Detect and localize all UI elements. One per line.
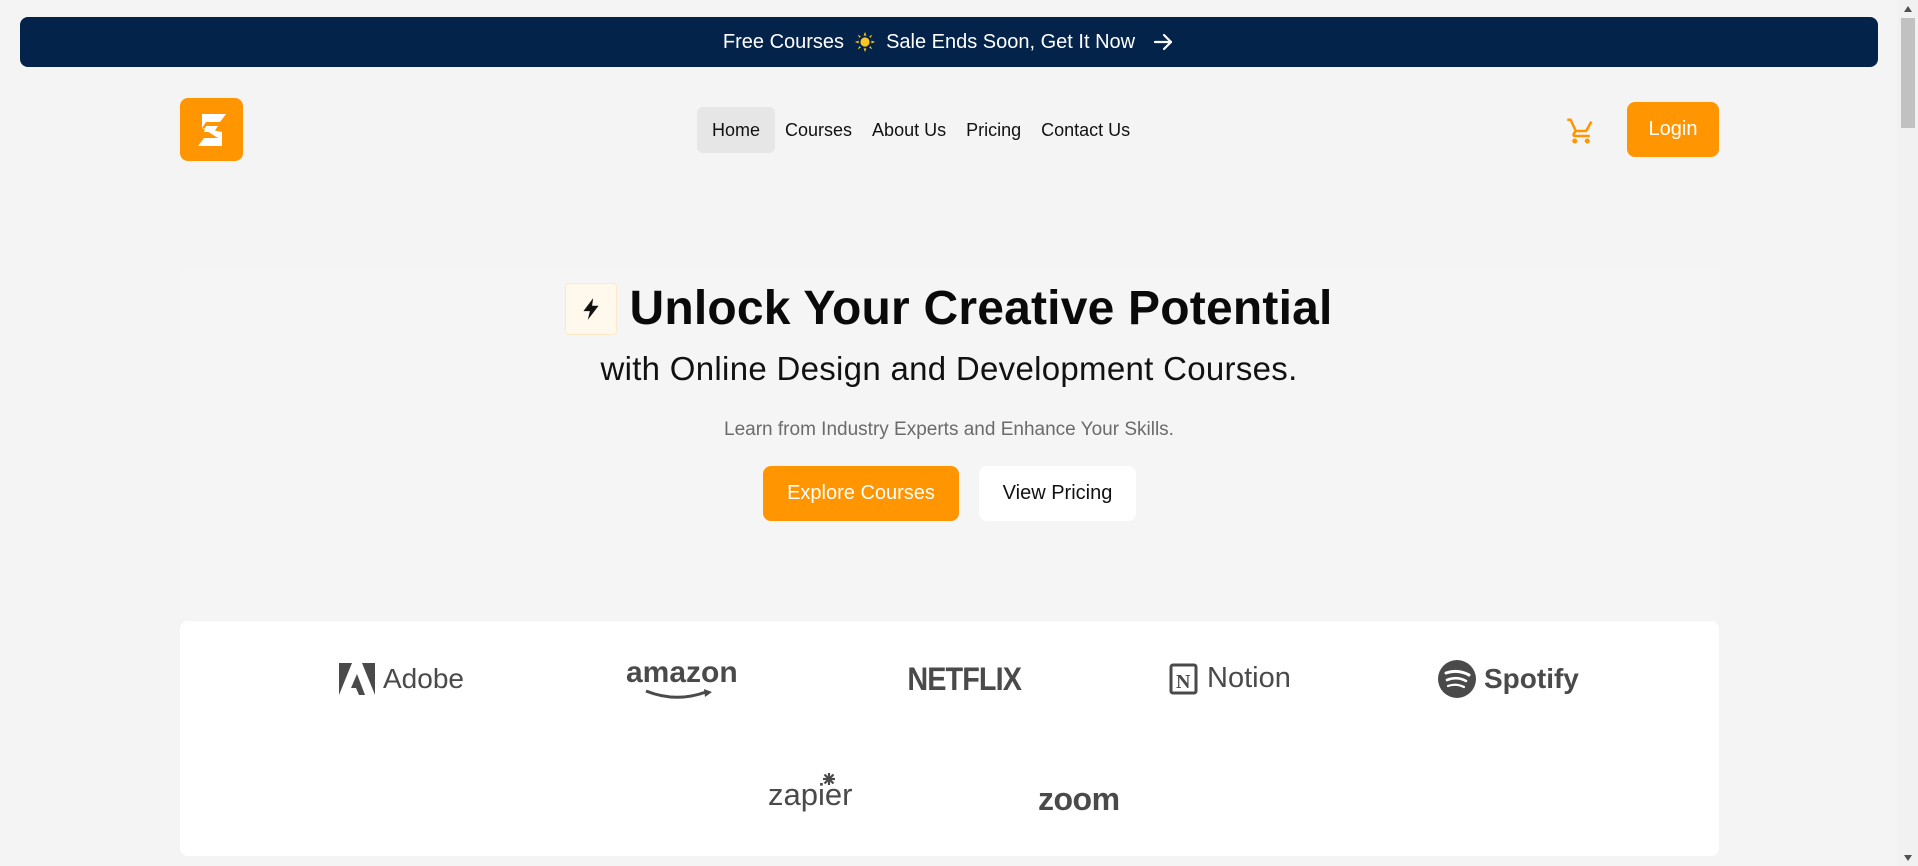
brand-zoom-label: zoom xyxy=(1038,781,1120,817)
nav-pricing[interactable]: Pricing xyxy=(956,107,1031,153)
brand-spotify-label: Spotify xyxy=(1484,663,1579,694)
scroll-down-arrow-icon[interactable] xyxy=(1898,849,1918,866)
hero-title-row: Unlock Your Creative Potential xyxy=(0,281,1898,336)
brand-adobe: Adobe xyxy=(339,663,464,695)
view-pricing-button[interactable]: View Pricing xyxy=(979,466,1136,521)
banner-text-right: Sale Ends Soon, Get It Now xyxy=(886,30,1136,53)
nav-courses[interactable]: Courses xyxy=(775,107,862,153)
brand-spotify: Spotify xyxy=(1438,660,1579,698)
brand-s-logo-icon xyxy=(197,113,226,146)
arrow-right-icon[interactable] xyxy=(1151,30,1175,54)
brand-notion-label: Notion xyxy=(1207,662,1291,694)
lightning-badge xyxy=(565,282,618,335)
brand-adobe-label: Adobe xyxy=(383,663,464,694)
brand-netflix-label: NETFLIX xyxy=(907,661,1022,697)
login-button[interactable]: Login xyxy=(1627,102,1719,157)
page-title: Unlock Your Creative Potential xyxy=(629,282,1333,335)
promo-banner[interactable]: Free Courses Sale Ends Soon, Get It Now xyxy=(20,17,1878,67)
main-nav: Home Courses About Us Pricing Contact Us xyxy=(697,107,1140,153)
adobe-logo-icon xyxy=(339,663,375,695)
sun-icon xyxy=(854,31,876,53)
svg-text:N: N xyxy=(1176,671,1191,693)
amazon-smile-icon xyxy=(645,689,712,699)
brand-logos-panel: Adobe amazon NETFLIX N Notion Spotify za… xyxy=(180,621,1719,856)
nav-contact-us[interactable]: Contact Us xyxy=(1031,107,1140,153)
notion-logo-icon: N xyxy=(1169,663,1198,694)
cart-icon[interactable] xyxy=(1566,116,1596,146)
brand-amazon-label: amazon xyxy=(626,656,738,689)
banner-text-left: Free Courses xyxy=(722,30,845,53)
brand-notion: N Notion xyxy=(1169,662,1291,695)
lightning-icon xyxy=(583,297,600,320)
nav-about-us[interactable]: About Us xyxy=(862,107,956,153)
nav-home[interactable]: Home xyxy=(697,107,776,153)
hero-subtitle: with Online Design and Development Cours… xyxy=(600,350,1298,387)
explore-courses-button[interactable]: Explore Courses xyxy=(763,466,959,521)
brand-netflix: NETFLIX xyxy=(901,661,1027,698)
hero-description: Learn from Industry Experts and Enhance … xyxy=(724,419,1174,440)
spotify-logo-icon xyxy=(1438,660,1476,698)
brand-zapier-label: zapier xyxy=(768,777,853,812)
brand-amazon: amazon xyxy=(626,657,738,701)
brand-zoom: zoom xyxy=(1038,781,1120,818)
scrollbar-thumb[interactable] xyxy=(1901,18,1915,128)
page-scrollbar[interactable] xyxy=(1898,0,1918,866)
brand-zapier: zapier xyxy=(768,773,852,813)
brand-logo[interactable] xyxy=(180,98,243,161)
scroll-up-arrow-icon[interactable] xyxy=(1898,0,1918,17)
